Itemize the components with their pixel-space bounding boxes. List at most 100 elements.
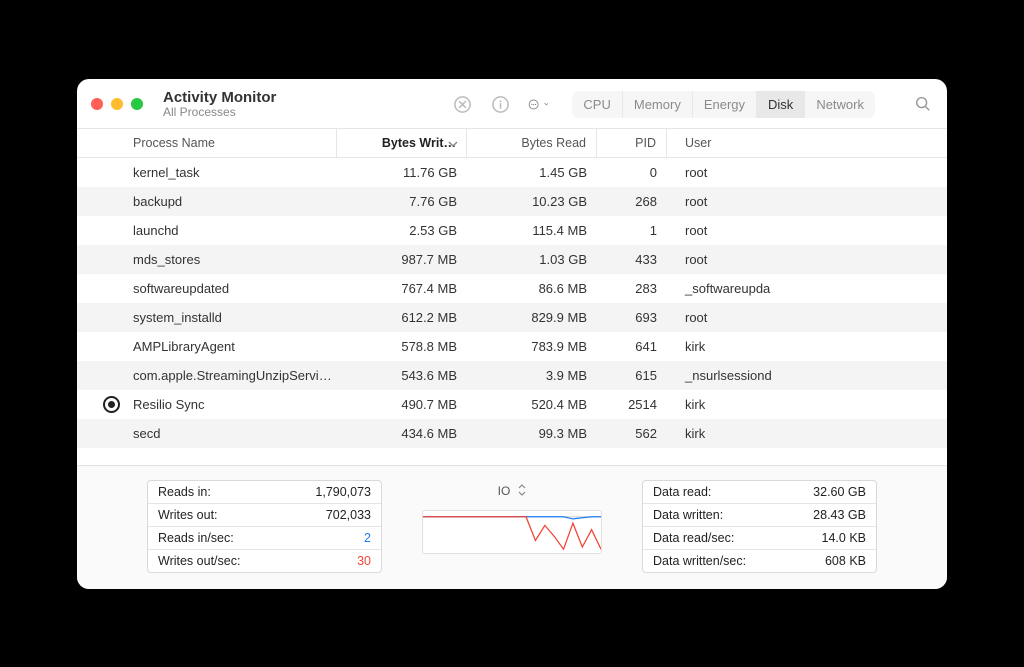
cell-bytes-written: 7.76 GB [337,187,467,216]
table-row[interactable]: system_installd612.2 MB829.9 MB693root [77,303,947,332]
cell-user: _softwareupda [667,274,947,303]
cell-bytes-written: 2.53 GB [337,216,467,245]
cell-pid: 615 [597,361,667,390]
table-row[interactable]: mds_stores987.7 MB1.03 GB433root [77,245,947,274]
cell-process-name: system_installd [77,303,337,332]
cell-user: _nsurlsessiond [667,361,947,390]
resource-tabs: CPU Memory Energy Disk Network [572,91,875,118]
tab-memory[interactable]: Memory [623,91,693,118]
cell-pid: 1 [597,216,667,245]
cell-bytes-written: 11.76 GB [337,158,467,187]
window-title: Activity Monitor [163,89,276,106]
tab-energy[interactable]: Energy [693,91,757,118]
info-icon[interactable] [490,94,510,114]
col-bytes-read[interactable]: Bytes Read [467,129,597,157]
cell-user: root [667,187,947,216]
cell-process-name: AMPLibraryAgent [77,332,337,361]
process-name-text: AMPLibraryAgent [133,339,235,354]
table-row[interactable]: softwareupdated 767.4 MB86.6 MB283_softwa… [77,274,947,303]
cell-pid: 2514 [597,390,667,419]
process-table: kernel_task11.76 GB1.45 GB0rootbackupd7.… [77,158,947,465]
process-name-text: mds_stores [133,252,200,267]
col-user[interactable]: User [667,129,947,157]
reads-sec-value: 2 [364,531,371,545]
search-icon[interactable] [913,94,933,114]
stop-process-icon[interactable] [452,94,472,114]
cell-process-name: com.apple.StreamingUnzipServi… [77,361,337,390]
cell-process-name: Resilio Sync [77,390,337,419]
cell-bytes-written: 434.6 MB [337,419,467,448]
reads-sec-label: Reads in/sec: [158,531,234,545]
col-process-name[interactable]: Process Name [77,129,337,157]
process-name-text: kernel_task [133,165,199,180]
table-header: Process Name Bytes Writ… Bytes Read PID … [77,128,947,158]
col-bytes-written-label: Bytes Writ… [382,136,456,150]
table-row[interactable]: secd 434.6 MB99.3 MB562kirk [77,419,947,448]
cell-user: kirk [667,332,947,361]
col-pid[interactable]: PID [597,129,667,157]
table-row[interactable]: launchd2.53 GB115.4 MB1root [77,216,947,245]
data-written-value: 28.43 GB [813,508,866,522]
data-read-value: 32.60 GB [813,485,866,499]
cell-pid: 562 [597,419,667,448]
reads-in-value: 1,790,073 [315,485,371,499]
cell-process-name: softwareupdated [77,274,337,303]
cell-user: root [667,303,947,332]
cell-user: kirk [667,419,947,448]
more-options-icon[interactable] [528,94,548,114]
cell-pid: 268 [597,187,667,216]
data-read-sec-label: Data read/sec: [653,531,734,545]
cell-bytes-written: 987.7 MB [337,245,467,274]
cell-bytes-read: 520.4 MB [467,390,597,419]
tab-network[interactable]: Network [805,91,875,118]
data-written-sec-value: 608 KB [825,554,866,568]
chevron-down-icon [544,100,549,108]
window-title-block: Activity Monitor All Processes [159,89,276,120]
io-data-panel: Data read:32.60 GB Data written:28.43 GB… [642,480,877,573]
writes-sec-label: Writes out/sec: [158,554,240,568]
cell-user: root [667,158,947,187]
cell-process-name: mds_stores [77,245,337,274]
io-counts-panel: Reads in:1,790,073 Writes out:702,033 Re… [147,480,382,573]
cell-bytes-read: 1.03 GB [467,245,597,274]
cell-pid: 693 [597,303,667,332]
cell-bytes-written: 578.8 MB [337,332,467,361]
minimize-window-button[interactable] [111,98,123,110]
table-row[interactable]: com.apple.StreamingUnzipServi…543.6 MB3.… [77,361,947,390]
col-bytes-written[interactable]: Bytes Writ… [337,129,467,157]
data-read-label: Data read: [653,485,711,499]
footer-chart: IO [382,480,642,573]
cell-bytes-written: 490.7 MB [337,390,467,419]
data-written-sec-label: Data written/sec: [653,554,746,568]
window-traffic-lights [91,98,143,110]
io-sparkline [422,510,602,554]
table-row[interactable]: backupd7.76 GB10.23 GB268root [77,187,947,216]
cell-user: root [667,216,947,245]
chart-mode-select[interactable]: IO [490,482,535,500]
table-row[interactable]: AMPLibraryAgent578.8 MB783.9 MB641kirk [77,332,947,361]
cell-bytes-read: 1.45 GB [467,158,597,187]
toolbar-actions [452,94,548,114]
window-subtitle: All Processes [163,106,276,120]
process-name-text: secd [133,426,160,441]
process-name-text: launchd [133,223,179,238]
table-row[interactable]: kernel_task11.76 GB1.45 GB0root [77,158,947,187]
process-name-text: Resilio Sync [133,397,205,412]
tab-cpu[interactable]: CPU [572,91,622,118]
process-name-text: softwareupdated [133,281,229,296]
process-name-text: system_installd [133,310,222,325]
cell-bytes-written: 767.4 MB [337,274,467,303]
cell-bytes-read: 86.6 MB [467,274,597,303]
table-row[interactable]: Resilio Sync490.7 MB520.4 MB2514kirk [77,390,947,419]
cell-pid: 283 [597,274,667,303]
tab-disk[interactable]: Disk [757,91,805,118]
cell-pid: 433 [597,245,667,274]
toolbar: Activity Monitor All Processes CPU Memor… [77,79,947,128]
app-icon [103,396,120,413]
close-window-button[interactable] [91,98,103,110]
footer: Reads in:1,790,073 Writes out:702,033 Re… [77,465,947,589]
reads-in-label: Reads in: [158,485,211,499]
zoom-window-button[interactable] [131,98,143,110]
cell-bytes-read: 99.3 MB [467,419,597,448]
cell-bytes-read: 829.9 MB [467,303,597,332]
